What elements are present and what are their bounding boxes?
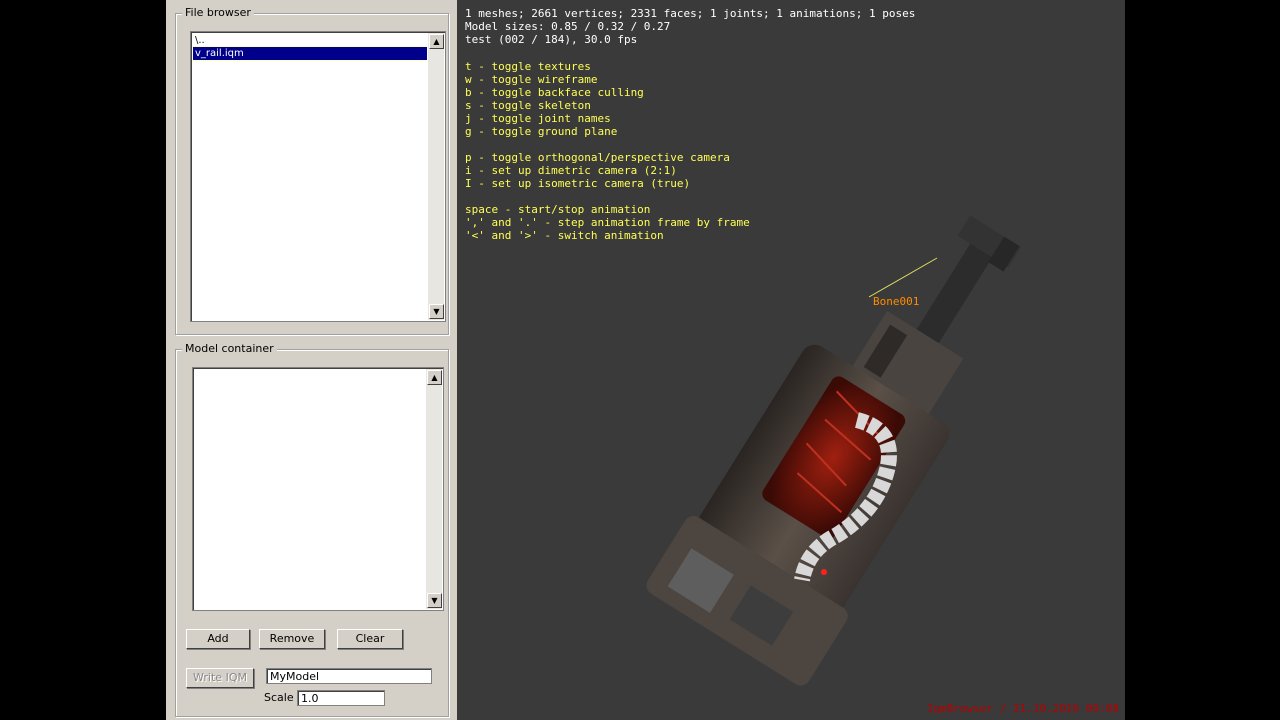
scroll-up-icon[interactable]: ▲ — [427, 370, 442, 385]
scale-label: Scale — [264, 691, 294, 704]
model-list-items — [195, 370, 425, 608]
help-line: '<' and '>' - switch animation — [465, 229, 664, 242]
scroll-down-icon[interactable]: ▼ — [427, 593, 442, 608]
scale-input[interactable]: 1.0 — [297, 690, 385, 706]
help-line: b - toggle backface culling — [465, 86, 644, 99]
scroll-up-icon[interactable]: ▲ — [429, 34, 444, 49]
file-list-item[interactable]: \.. — [193, 34, 427, 47]
help-line: w - toggle wireframe — [465, 73, 598, 86]
help-line: j - toggle joint names — [465, 112, 611, 125]
help-line: s - toggle skeleton — [465, 99, 591, 112]
model-container-group: Model container ▲ ▼ — [175, 342, 449, 717]
file-list[interactable]: \.. v_rail.iqm ▲ ▼ — [190, 31, 446, 322]
help-line: ',' and '.' - step animation frame by fr… — [465, 216, 750, 229]
model-list[interactable]: ▲ ▼ — [192, 367, 444, 611]
add-button[interactable]: Add — [186, 629, 250, 649]
file-list-items: \.. v_rail.iqm — [193, 34, 427, 319]
bone-label: Bone001 — [873, 295, 920, 308]
keyboard-help: t - toggle textures w - toggle wireframe b… — [465, 60, 750, 242]
file-browser-title: File browser — [182, 6, 254, 20]
3d-viewport[interactable]: 1 meshes; 2661 vertices; 2331 faces; 1 j… — [457, 0, 1125, 720]
watermark-footer: IqmBrowser / 21.10.2016 09:08 — [926, 702, 1119, 715]
help-spacer — [465, 190, 750, 203]
stats-line: Model sizes: 0.85 / 0.32 / 0.27 — [465, 20, 671, 33]
help-line: space - start/stop animation — [465, 203, 651, 216]
help-spacer — [465, 138, 750, 151]
remove-button[interactable]: Remove — [259, 629, 325, 649]
file-list-item[interactable]: v_rail.iqm — [193, 46, 427, 61]
write-iqm-button[interactable]: Write IQM — [186, 668, 254, 688]
help-line: t - toggle textures — [465, 60, 591, 73]
model-container-title: Model container — [182, 342, 277, 356]
help-line: g - toggle ground plane — [465, 125, 618, 138]
model-name-input[interactable]: MyModel — [266, 668, 432, 684]
control-panel: File browser \.. v_rail.iqm ▲ ▼ Model con… — [166, 0, 457, 720]
stats-line: test (002 / 184), 30.0 fps — [465, 33, 638, 46]
file-list-scrollbar[interactable]: ▲ ▼ — [428, 33, 444, 320]
file-browser-group: File browser \.. v_rail.iqm ▲ ▼ — [175, 6, 449, 335]
model-list-scrollbar[interactable]: ▲ ▼ — [426, 369, 442, 609]
help-line: i - set up dimetric camera (2:1) — [465, 164, 677, 177]
clear-button[interactable]: Clear — [337, 629, 403, 649]
help-line: p - toggle orthogonal/perspective camera — [465, 151, 730, 164]
stats-line: 1 meshes; 2661 vertices; 2331 faces; 1 j… — [465, 7, 916, 20]
help-line: I - set up isometric camera (true) — [465, 177, 691, 190]
model-stats: 1 meshes; 2661 vertices; 2331 faces; 1 j… — [465, 7, 915, 46]
scroll-down-icon[interactable]: ▼ — [429, 304, 444, 319]
